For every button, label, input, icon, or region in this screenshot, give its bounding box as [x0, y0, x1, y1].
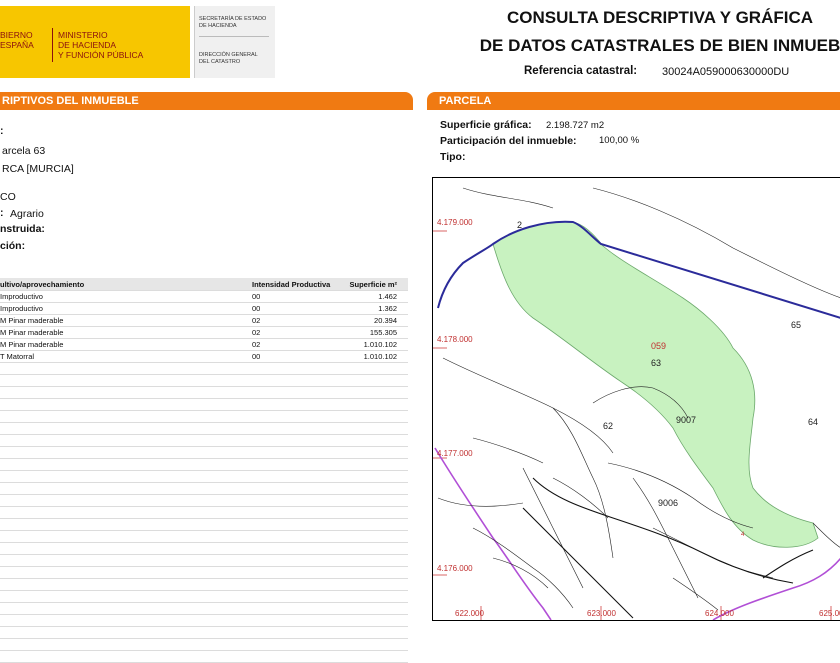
government-name: BIERNO ESPAÑA	[0, 30, 34, 50]
ministry-line-1: MINISTERIO	[58, 30, 108, 40]
secretaria-line-2: DE HACIENDA	[199, 23, 237, 29]
cadastral-map: 4.179.000 4.178.000 4.177.000 4.176.000 …	[432, 177, 840, 621]
map-y-label: 4.178.000	[437, 335, 473, 344]
table-cell-intensidad: 00	[252, 352, 261, 361]
parcel-number: 2	[517, 220, 522, 230]
table-cell-superficie: 1.362	[378, 304, 397, 313]
table-cell-cultivo: M Pinar maderable	[0, 316, 64, 325]
table-cell-intensidad: 00	[252, 292, 261, 301]
field-label-localizacion: :	[0, 125, 4, 137]
map-y-label: 4.179.000	[437, 218, 473, 227]
table-header-superficie: Superficie m²	[349, 280, 397, 289]
participacion-label: Participación del inmueble:	[440, 135, 577, 147]
table-cell-superficie: 1.010.102	[363, 352, 397, 361]
table-header-intensidad: Intensidad Productiva	[252, 280, 331, 289]
parcel-number: 65	[791, 320, 801, 330]
document-title-line-2: DE DATOS CATASTRALES DE BIEN INMUEB	[479, 36, 840, 55]
table-cell-cultivo: M Pinar maderable	[0, 340, 64, 349]
table-header-cultivo: ultivo/aprovechamiento	[0, 280, 85, 289]
table-cell-intensidad: 02	[252, 316, 261, 325]
field-label-construccion: ción:	[0, 240, 26, 252]
parcel-number: 059	[651, 341, 666, 351]
secretaria-line-1: SECRETARÍA DE ESTADO	[199, 16, 267, 22]
field-value-clase: CO	[0, 191, 16, 203]
table-cell-cultivo: Improductivo	[0, 304, 43, 313]
field-value-parcela: arcela 63	[2, 145, 46, 157]
gov-line-1: BIERNO	[0, 30, 33, 40]
table-cell-superficie: 1.462	[378, 292, 397, 301]
field-label-uso: :	[0, 207, 4, 219]
table-cell-cultivo: Improductivo	[0, 292, 43, 301]
section-title-datos: RIPTIVOS DEL INMUEBLE	[2, 95, 139, 107]
parcel-number: 9007	[676, 415, 696, 425]
map-x-label: 623.000	[587, 609, 616, 618]
map-y-label: 4.176.000	[437, 564, 473, 573]
section-title-parcela: PARCELA	[439, 95, 492, 107]
gov-line-2: ESPAÑA	[0, 40, 34, 50]
parcel-number: 64	[808, 417, 818, 427]
parcel-number: 62	[603, 421, 613, 431]
logo-divider	[52, 28, 53, 62]
table-cell-intensidad: 02	[252, 340, 261, 349]
superficie-value: 2.198.727 m2	[546, 120, 605, 131]
participacion-value: 100,00 %	[599, 135, 640, 146]
field-value-municipio: RCA [MURCIA]	[2, 163, 74, 175]
ministry-line-3: Y FUNCIÓN PÚBLICA	[58, 50, 144, 60]
ministry-line-2: DE HACIENDA	[58, 40, 117, 50]
map-x-label: 622.000	[455, 609, 484, 618]
tipo-label: Tipo:	[440, 151, 466, 163]
section-bar-parcela: PARCELA	[427, 92, 840, 110]
map-y-label: 4.177.000	[437, 449, 473, 458]
map-x-label: 624.000	[705, 609, 734, 618]
municipal-limit-left	[434, 447, 552, 620]
map-x-label: 625.000	[819, 609, 840, 618]
parcel-number: 63	[651, 358, 661, 368]
field-value-uso: Agrario	[10, 208, 44, 220]
cadastral-map-svg: 4.179.000 4.178.000 4.177.000 4.176.000 …	[433, 187, 840, 620]
table-cell-cultivo: T Matorral	[0, 352, 35, 361]
table-cell-superficie: 1.010.102	[363, 340, 397, 349]
secretaria-divider	[199, 36, 269, 37]
table-cell-intensidad: 02	[252, 328, 261, 337]
direccion-line-2: DEL CATASTRO	[199, 59, 241, 65]
direccion-line-1: DIRECCIÓN GENERAL	[199, 52, 258, 58]
document-title-line-1: CONSULTA DESCRIPTIVA Y GRÁFICA	[506, 8, 814, 27]
parcel-63-area	[492, 221, 819, 548]
secretaria-box: SECRETARÍA DE ESTADO DE HACIENDA DIRECCI…	[194, 6, 275, 78]
ministry-name: MINISTERIO DE HACIENDA Y FUNCIÓN PÚBLICA	[58, 30, 143, 60]
table-cell-cultivo: M Pinar maderable	[0, 328, 64, 337]
field-label-construida: nstruida:	[0, 223, 45, 235]
table-cell-superficie: 20.394	[374, 316, 397, 325]
referencia-label: Referencia catastral:	[524, 65, 638, 77]
table-cell-intensidad: 00	[252, 304, 261, 313]
parcel-number: 9006	[658, 498, 678, 508]
referencia-value: 30024A059000630000DU	[662, 66, 790, 78]
section-bar-datos: RIPTIVOS DEL INMUEBLE	[0, 92, 413, 110]
superficie-label: Superficie gráfica:	[440, 119, 532, 131]
table-cell-superficie: 155.305	[369, 328, 397, 337]
table-empty-row	[0, 650, 408, 663]
